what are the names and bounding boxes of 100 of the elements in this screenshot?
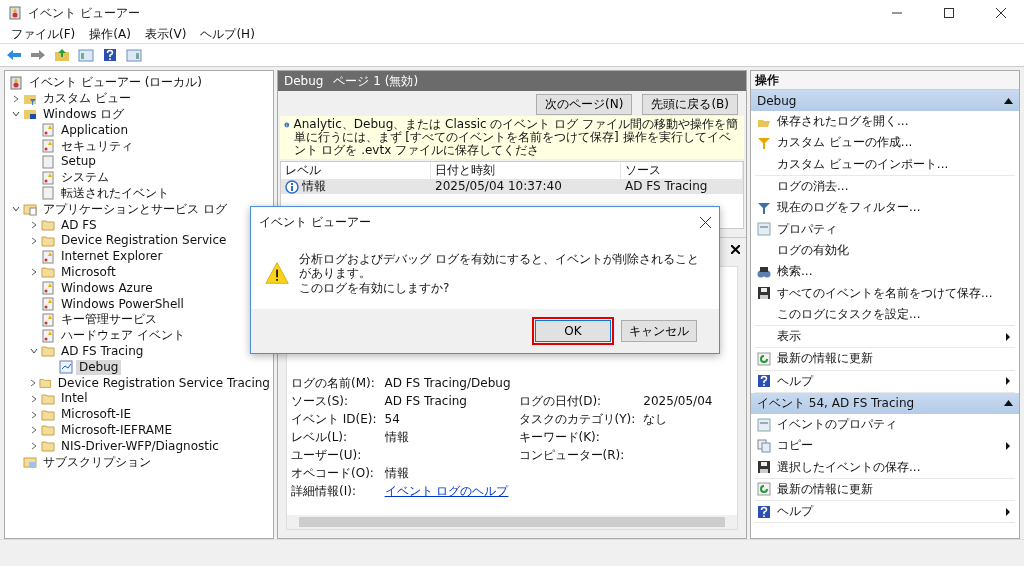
section-title: イベント 54, AD FS Tracing: [757, 394, 915, 412]
filter-icon: [757, 200, 771, 215]
refresh-icon: [757, 351, 771, 366]
menu-item[interactable]: 表示(V): [137, 26, 194, 43]
collapse-triangle-icon[interactable]: [1004, 400, 1013, 407]
folder-icon: [41, 265, 55, 280]
action-item[interactable]: 保存されたログを開く...: [755, 111, 1015, 133]
action-item[interactable]: ログの有効化: [755, 239, 1015, 262]
tree-item[interactable]: NIS-Driver-WFP/Diagnostic: [58, 438, 222, 454]
tree-item[interactable]: Microsoft: [58, 264, 119, 280]
action-item[interactable]: ログの消去...: [755, 175, 1015, 198]
tree-item[interactable]: Windows Azure: [58, 280, 156, 296]
log-icon: [41, 312, 55, 327]
tree-item[interactable]: イベント ビューアー (ローカル): [26, 75, 205, 91]
log-icon: [41, 154, 55, 169]
back-arrow-icon[interactable]: [6, 48, 22, 62]
action-item[interactable]: 選択したイベントの保存...: [755, 456, 1015, 478]
folder-icon: [41, 344, 55, 359]
tree-item[interactable]: Application: [58, 122, 132, 138]
tree-item[interactable]: AD FS Tracing: [58, 343, 147, 359]
help-icon[interactable]: [103, 48, 117, 62]
table-cell: 情報: [302, 179, 326, 194]
tree-item[interactable]: キー管理サービス: [58, 312, 160, 328]
tree-item[interactable]: Device Registration Service: [58, 233, 230, 249]
maximize-icon[interactable]: [944, 8, 954, 18]
refresh-icon: [757, 482, 771, 497]
action-item[interactable]: ヘルプ: [755, 370, 1015, 392]
tree-item[interactable]: Debug: [76, 359, 122, 375]
funnel-icon: [757, 135, 771, 150]
panel-icon[interactable]: [78, 48, 94, 62]
tree-item[interactable]: Internet Explorer: [58, 249, 166, 265]
event-row[interactable]: 情報 2025/05/04 10:37:40 AD FS Tracing: [281, 179, 743, 194]
folder-icon: [39, 376, 52, 391]
dialog-message: 分析ログおよびデバッグ ログを有効にすると、イベントが削除されることがあります。: [299, 251, 700, 280]
field-label: タスクのカテゴリ(Y):: [518, 412, 636, 427]
action-item[interactable]: コピー: [755, 435, 1015, 457]
action-item[interactable]: 検索...: [755, 261, 1015, 283]
tree-item[interactable]: Device Registration Service Tracing: [54, 375, 273, 391]
action-item[interactable]: プロパティ: [755, 218, 1015, 240]
help-icon: [757, 504, 771, 519]
debug-log-icon: [59, 360, 73, 375]
action-item[interactable]: ヘルプ: [755, 501, 1015, 523]
event-viewer-icon: [8, 6, 22, 20]
field-value: 2025/05/04: [643, 394, 713, 409]
field-label: ソース(S):: [291, 394, 350, 409]
forward-arrow-icon[interactable]: [30, 48, 46, 62]
tree-item[interactable]: サブスクリプション: [40, 454, 154, 470]
tree-item[interactable]: Windows ログ: [40, 107, 128, 122]
page-button[interactable]: 先頭に戻る(B): [642, 94, 738, 115]
folder-up-icon[interactable]: [54, 48, 70, 62]
binoculars-icon: [757, 264, 771, 279]
help-icon: [757, 374, 771, 389]
log-icon: [41, 186, 55, 201]
close-icon[interactable]: [996, 8, 1006, 18]
field-value: 情報: [384, 430, 410, 445]
tree-item[interactable]: Microsoft-IE: [58, 407, 135, 423]
close-icon[interactable]: [731, 244, 740, 254]
action-item[interactable]: イベントのプロパティ: [755, 413, 1015, 436]
field-value: AD FS Tracing: [384, 394, 468, 409]
action-item[interactable]: カスタム ビューの作成...: [755, 132, 1015, 154]
field-label: コンピューター(R):: [518, 448, 626, 463]
action-item[interactable]: 最新の情報に更新: [755, 348, 1015, 370]
tree-item[interactable]: Windows PowerShell: [58, 296, 187, 312]
panel-icon[interactable]: [126, 48, 142, 62]
section-header[interactable]: イベント 54, AD FS Tracing: [751, 392, 1019, 414]
menu-item[interactable]: 操作(A): [82, 26, 138, 43]
menu-item[interactable]: ファイル(F): [4, 26, 83, 43]
pane-title: Debug: [284, 74, 324, 88]
action-item[interactable]: 現在のログをフィルター...: [755, 197, 1015, 219]
window-title: イベント ビューアー: [28, 4, 141, 22]
tree-item[interactable]: 転送されたイベント: [58, 185, 172, 201]
folder-icon: [41, 423, 55, 438]
collapse-triangle-icon[interactable]: [1004, 97, 1013, 104]
tree-item[interactable]: Intel: [58, 391, 91, 407]
menu-item[interactable]: ヘルプ(H): [193, 26, 262, 43]
tree-item[interactable]: ハードウェア イベント: [58, 328, 188, 344]
dialog-button[interactable]: キャンセル: [621, 320, 697, 342]
action-item[interactable]: このログにタスクを設定...: [755, 303, 1015, 325]
close-icon[interactable]: [700, 216, 711, 228]
event-viewer-icon: [9, 75, 23, 90]
action-item[interactable]: 表示: [755, 325, 1015, 348]
section-header[interactable]: Debug: [751, 90, 1019, 111]
field-label: ログの日付(D):: [518, 394, 603, 409]
tree-item[interactable]: カスタム ビュー: [40, 91, 134, 107]
tree-item[interactable]: AD FS: [58, 217, 100, 233]
horizontal-scrollbar[interactable]: [287, 515, 737, 529]
dialog-button[interactable]: OK: [535, 320, 611, 342]
action-item[interactable]: すべてのイベントを名前をつけて保存...: [755, 282, 1015, 304]
action-item[interactable]: カスタム ビューのインポート...: [755, 153, 1015, 175]
tree-item[interactable]: Setup: [58, 154, 99, 170]
help-link[interactable]: イベント ログのヘルプ: [384, 484, 509, 498]
action-item[interactable]: 最新の情報に更新: [755, 478, 1015, 501]
log-icon: [41, 297, 55, 312]
tree-item[interactable]: セキュリティ: [58, 138, 136, 154]
page-button[interactable]: 次のページ(N): [536, 94, 633, 115]
tree-item[interactable]: Microsoft-IEFRAME: [58, 422, 175, 438]
section-title: Debug: [757, 93, 797, 108]
tree-item[interactable]: アプリケーションとサービス ログ: [40, 201, 230, 217]
field-label: ログの名前(M):: [291, 376, 376, 391]
tree-item[interactable]: システム: [58, 170, 112, 186]
